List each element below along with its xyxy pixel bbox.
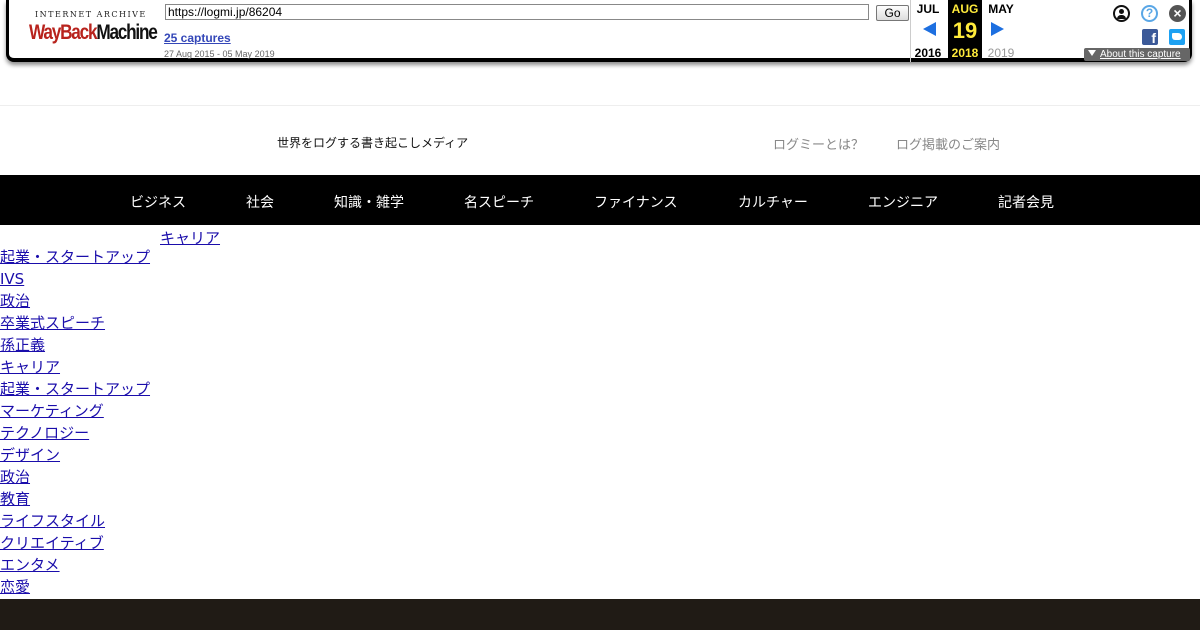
current-capture: AUG 19 2018 [948, 0, 982, 62]
current-month: AUG [951, 2, 979, 16]
next-month: MAY [988, 2, 1014, 16]
facebook-icon[interactable]: f [1142, 29, 1158, 46]
prev-year[interactable]: 2016 [911, 46, 945, 60]
category-speech[interactable]: 名スピーチ [464, 192, 534, 212]
list-item: 孫正義 [0, 337, 150, 359]
wayback-url-input[interactable]: https://logmi.jp/86204 [165, 4, 869, 20]
about-capture-button[interactable]: About this capture [1084, 48, 1190, 61]
list-item: マーケティング [0, 403, 150, 425]
twitter-icon[interactable] [1169, 29, 1185, 45]
subcategory-link[interactable]: デザイン [0, 446, 60, 464]
subcategory-link[interactable]: 政治 [0, 468, 30, 486]
footer [0, 599, 1200, 630]
current-day: 19 [952, 18, 978, 43]
subcategory-link[interactable]: 教育 [0, 490, 30, 508]
capture-range: 27 Aug 2015 - 05 May 2019 [164, 49, 275, 59]
list-item: 恋愛 [0, 579, 150, 601]
list-item: デザイン [0, 447, 150, 469]
subcategory-link[interactable]: キャリア [160, 227, 220, 248]
subcategory-link[interactable]: 政治 [0, 292, 30, 310]
site-tagline: 世界をログする書き起こしメディア [277, 136, 469, 150]
subcategory-link[interactable]: ライフスタイル [0, 512, 105, 530]
user-icon[interactable] [1113, 5, 1130, 22]
list-item: 卒業式スピーチ [0, 315, 150, 337]
category-finance[interactable]: ファイナンス [594, 192, 677, 212]
list-item: 政治 [0, 293, 150, 315]
category-knowledge[interactable]: 知識・雑学 [334, 192, 404, 212]
list-item: エンタメ [0, 557, 150, 579]
list-item: 政治 [0, 469, 150, 491]
subcategory-link[interactable]: 起業・スタートアップ [0, 380, 150, 398]
about-link[interactable]: ログミーとは？ [773, 134, 864, 153]
prev-month: JUL [916, 2, 940, 16]
current-year: 2018 [951, 46, 979, 60]
go-button[interactable]: Go [876, 5, 909, 21]
subcategory-link[interactable]: 孫正義 [0, 336, 45, 354]
category-society[interactable]: 社会 [246, 192, 274, 212]
category-culture[interactable]: カルチャー [738, 192, 808, 212]
next-year[interactable]: 2019 [984, 46, 1018, 60]
captures-link[interactable]: 25 captures [164, 31, 231, 45]
category-nav: ビジネス 社会 知識・雑学 名スピーチ ファイナンス カルチャー エンジニア 記… [0, 175, 1200, 225]
help-icon[interactable]: ? [1141, 5, 1158, 22]
wayback-logo[interactable]: INTERNET ARCHIVE WayBackMachine [29, 9, 158, 49]
subcategory-link[interactable]: クリエイティブ [0, 534, 104, 552]
next-capture[interactable]: MAY 2019 [984, 0, 1018, 62]
subcategory-link[interactable]: テクノロジー [0, 424, 89, 442]
list-item: クリエイティブ [0, 535, 150, 557]
subcategory-link[interactable]: 卒業式スピーチ [0, 314, 105, 332]
arrow-right-icon[interactable] [991, 22, 1004, 36]
category-press[interactable]: 記者会見 [998, 192, 1054, 212]
category-engineer[interactable]: エンジニア [868, 192, 938, 212]
subcategory-link[interactable]: 起業・スタートアップ [0, 248, 150, 266]
list-item: IVS [0, 271, 150, 293]
subcategory-link[interactable]: 恋愛 [0, 578, 30, 596]
about-capture-label: About this capture [1100, 49, 1181, 60]
list-item: ライフスタイル [0, 513, 150, 535]
list-item: 起業・スタートアップ [0, 249, 150, 271]
list-item: キャリア [0, 359, 150, 381]
subcategory-link[interactable]: マーケティング [0, 402, 104, 420]
arrow-left-icon[interactable] [923, 22, 936, 36]
subcategory-link[interactable]: IVS [0, 270, 24, 288]
wayback-toolbar: INTERNET ARCHIVE WayBackMachine https://… [0, 0, 1200, 70]
wayback-logo-top: INTERNET ARCHIVE [35, 10, 147, 19]
list-item: 起業・スタートアップ [0, 381, 150, 403]
list-item: テクノロジー [0, 425, 150, 447]
subcategory-list: 起業・スタートアップ IVS 政治 卒業式スピーチ 孫正義 キャリア 起業・スタ… [0, 249, 150, 601]
list-item: 教育 [0, 491, 150, 513]
subcategory-link[interactable]: エンタメ [0, 556, 60, 574]
prev-capture[interactable]: JUL 2016 [910, 0, 945, 62]
header-divider [0, 105, 1200, 106]
subcategory-link[interactable]: キャリア [0, 358, 60, 376]
chevron-down-icon [1088, 50, 1096, 56]
wayback-logo-main: WayBackMachine [29, 21, 158, 44]
category-business[interactable]: ビジネス [130, 192, 186, 212]
wayback-toolbar-panel: INTERNET ARCHIVE WayBackMachine https://… [6, 0, 1192, 62]
close-icon[interactable]: × [1169, 5, 1186, 22]
posting-guide-link[interactable]: ログ掲載のご案内 [896, 134, 1000, 153]
